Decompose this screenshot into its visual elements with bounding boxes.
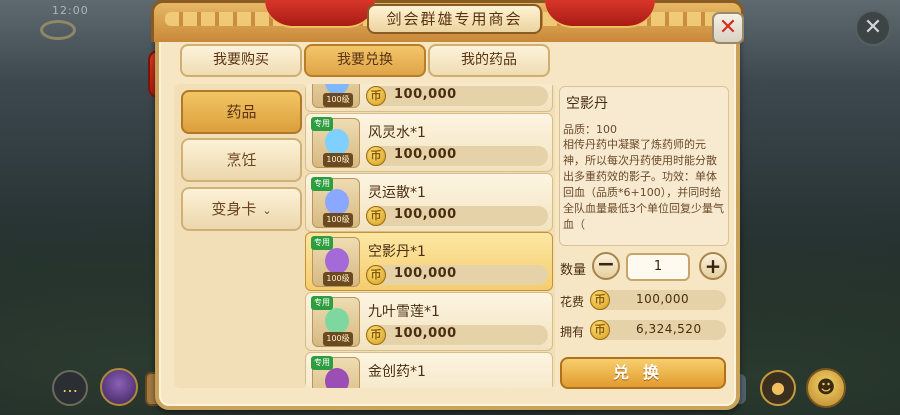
tab-my-medicine[interactable]: 我的药品	[428, 44, 550, 77]
category-label: 烹饪	[226, 151, 257, 169]
cost-field: 币 100,000	[590, 290, 726, 310]
list-item-selected[interactable]: 专用 100级 空影丹*1 币 100,000	[305, 232, 553, 291]
potion-icon	[325, 189, 349, 215]
category-label: 变身卡	[211, 200, 257, 218]
item-name: 灵运散*1	[368, 185, 426, 201]
list-item[interactable]: 专用 100级 九叶雪莲*1 币 100,000	[305, 292, 553, 351]
price-value: 100,000	[394, 87, 457, 102]
owned-value: 6,324,520	[636, 322, 702, 336]
price-value: 100,000	[394, 326, 457, 341]
exclusive-badge: 专用	[311, 177, 333, 191]
cost-label: 花费	[560, 295, 585, 309]
coin-icon: 币	[366, 265, 386, 285]
level-badge: 100级	[323, 153, 353, 167]
item-name: 金创药*1	[368, 364, 426, 380]
price-value: 100,000	[394, 147, 457, 162]
list-item[interactable]: 100级 币 100,000	[305, 84, 553, 112]
page-title: 剑会群雄专用商会	[367, 4, 542, 34]
item-name: 九叶雪莲*1	[368, 304, 440, 320]
category-medicine[interactable]: 药品	[181, 90, 302, 134]
chat-icon[interactable]: …	[52, 370, 88, 406]
level-badge: 100级	[323, 332, 353, 346]
exclusive-badge: 专用	[311, 356, 333, 370]
chevron-down-icon: ⌄	[262, 204, 272, 217]
camera-icon[interactable]: ●	[760, 370, 796, 406]
list-item[interactable]: 专用 100级 灵运散*1 币 100,000	[305, 173, 553, 232]
item-list[interactable]: 100级 币 100,000 专用 100级 风灵水*1 币 100,000 专…	[305, 84, 555, 388]
category-cooking[interactable]: 烹饪	[181, 138, 302, 182]
item-price: 币 100,000	[366, 325, 548, 345]
item-price: 币 100,000	[366, 86, 548, 106]
detail-quality: 品质：100	[563, 123, 617, 136]
item-price: 币 100,000	[366, 265, 548, 285]
close-icon[interactable]: ✕	[855, 10, 891, 46]
cloud-ornament-icon	[40, 20, 76, 40]
detail-title: 空影丹	[566, 96, 608, 112]
price-value: 100,000	[394, 266, 457, 281]
decrease-button[interactable]: −	[592, 252, 620, 280]
lotus-icon	[325, 308, 349, 334]
owned-label: 拥有	[560, 325, 585, 339]
cost-value: 100,000	[636, 292, 690, 306]
category-label: 药品	[226, 103, 257, 121]
potion-icon	[325, 248, 349, 274]
level-badge: 100级	[323, 213, 353, 227]
close-button[interactable]: ✕	[712, 12, 744, 44]
tab-buy[interactable]: 我要购买	[180, 44, 302, 77]
item-icon: 专用 100级	[311, 296, 360, 347]
detail-description[interactable]: 相传丹药中凝聚了炼药师的元神，所以每次丹药使用时能分散出多重药效的影子。功效：单…	[563, 137, 726, 239]
drape-right	[545, 0, 655, 28]
coin-icon: 币	[366, 325, 386, 345]
list-item[interactable]: 专用 100级 风灵水*1 币 100,000	[305, 113, 553, 172]
owned-field: 币 6,324,520	[590, 320, 726, 340]
level-badge: 100级	[323, 93, 353, 107]
price-value: 100,000	[394, 207, 457, 222]
exclusive-badge: 专用	[311, 296, 333, 310]
exchange-button[interactable]: 兑换	[560, 357, 726, 389]
quantity-label: 数量	[560, 263, 587, 278]
coin-icon: 币	[590, 290, 610, 310]
drape-left	[265, 0, 375, 28]
pet-icon[interactable]: ☻	[806, 368, 846, 408]
item-icon: 专用 100级	[311, 117, 360, 168]
potion-icon	[325, 368, 349, 388]
increase-button[interactable]: +	[699, 252, 727, 280]
coin-icon: 币	[366, 206, 386, 226]
item-price: 币 100,000	[366, 146, 548, 166]
category-transform-card[interactable]: 变身卡 ⌄	[181, 187, 302, 231]
coin-icon: 币	[366, 146, 386, 166]
coin-icon: 币	[366, 86, 386, 106]
exclusive-badge: 专用	[311, 117, 333, 131]
item-icon: 专用 100级	[311, 177, 360, 228]
quantity-input[interactable]: 1	[626, 253, 690, 281]
item-name: 空影丹*1	[368, 244, 426, 260]
exclusive-badge: 专用	[311, 236, 333, 250]
status-bar: 12:00	[52, 4, 89, 17]
item-name: 风灵水*1	[368, 125, 426, 141]
level-badge: 100级	[323, 272, 353, 286]
item-price: 币 100,000	[366, 206, 548, 226]
avatar[interactable]	[100, 368, 138, 406]
item-icon: 专用	[311, 356, 360, 388]
potion-icon	[325, 129, 349, 155]
coin-icon: 币	[590, 320, 610, 340]
tab-exchange[interactable]: 我要兑换	[304, 44, 426, 77]
list-item[interactable]: 专用 金创药*1	[305, 352, 553, 388]
item-icon: 专用 100级	[311, 236, 360, 287]
item-icon: 100级	[312, 84, 360, 108]
